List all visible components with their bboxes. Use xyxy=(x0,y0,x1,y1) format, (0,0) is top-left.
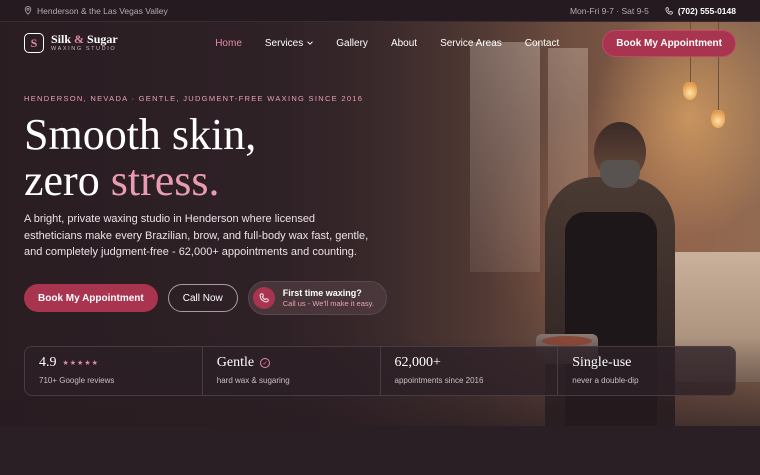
main-nav: S Silk & Sugar WAXING STUDIO Home Servic… xyxy=(0,22,760,64)
gentle-value: Gentle xyxy=(216,355,255,370)
logo[interactable]: S Silk & Sugar WAXING STUDIO xyxy=(24,33,118,53)
location-info: Henderson & the Las Vegas Valley xyxy=(24,6,168,16)
stats-bar: 4.9 ★★★★★ 710+ Google reviews Gentle ✓ har… xyxy=(24,346,736,396)
first-time-title: First time waxing? xyxy=(282,288,362,298)
logo-mark-icon: S xyxy=(24,33,44,53)
rating-value: 4.9 xyxy=(39,355,57,370)
appointments-value: 62,000+ xyxy=(394,355,441,370)
hero-ctas: Book My Appointment Call Now First time … xyxy=(24,281,387,315)
phone-link[interactable]: (702) 555-0148 xyxy=(665,6,736,16)
stat-rating: 4.9 ★★★★★ 710+ Google reviews xyxy=(25,347,203,395)
nav-item-home[interactable]: Home xyxy=(204,38,254,49)
nav-item-contact[interactable]: Contact xyxy=(513,38,570,49)
book-appointment-button[interactable]: Book My Appointment xyxy=(602,29,736,57)
phone-icon xyxy=(252,287,275,309)
first-time-subtitle: Call us - We'll make it easy. xyxy=(282,299,374,308)
nav-item-service-areas[interactable]: Service Areas xyxy=(429,38,514,49)
first-time-call-card[interactable]: First time waxing? Call us - We'll make … xyxy=(247,281,387,315)
nav-item-gallery[interactable]: Gallery xyxy=(325,38,380,49)
chevron-down-icon xyxy=(307,41,314,45)
appointments-sub: appointments since 2016 xyxy=(394,376,484,385)
stat-gentle: Gentle ✓ hard wax & sugaring xyxy=(203,347,381,395)
gentle-sub: hard wax & sugaring xyxy=(216,376,290,385)
next-section-band xyxy=(0,426,760,475)
star-rating-icon: ★★★★★ xyxy=(62,359,99,367)
stat-single-use: Single-use never a double-dip xyxy=(558,347,735,395)
nav-item-services[interactable]: Services xyxy=(253,38,324,49)
stat-appointments: 62,000+ appointments since 2016 xyxy=(381,347,559,395)
call-now-button[interactable]: Call Now xyxy=(167,284,238,312)
single-use-value: Single-use xyxy=(572,355,632,370)
logo-name: Silk & Sugar xyxy=(51,32,118,47)
top-info-bar: Henderson & the Las Vegas Valley Mon-Fri… xyxy=(0,0,760,22)
phone-icon xyxy=(665,6,673,14)
check-icon: ✓ xyxy=(260,358,271,368)
nav-item-about[interactable]: About xyxy=(379,38,428,49)
nav-menu: Home Services Gallery About Service Area… xyxy=(204,38,571,49)
map-pin-icon xyxy=(24,6,32,15)
phone-number: (702) 555-0148 xyxy=(677,5,736,16)
single-use-sub: never a double-dip xyxy=(572,376,639,385)
location-text: Henderson & the Las Vegas Valley xyxy=(37,5,168,16)
rating-sub: 710+ Google reviews xyxy=(39,376,115,385)
hero-title: Smooth skin, zero stress. xyxy=(24,110,257,205)
hero-eyebrow: HENDERSON, NEVADA · GENTLE, JUDGMENT-FRE… xyxy=(24,94,364,103)
logo-tagline: WAXING STUDIO xyxy=(51,46,117,53)
hero-description: A bright, private waxing studio in Hende… xyxy=(24,213,369,258)
hero-book-button[interactable]: Book My Appointment xyxy=(24,284,158,312)
hours-text: Mon-Fri 9-7 · Sat 9-5 xyxy=(569,5,649,16)
